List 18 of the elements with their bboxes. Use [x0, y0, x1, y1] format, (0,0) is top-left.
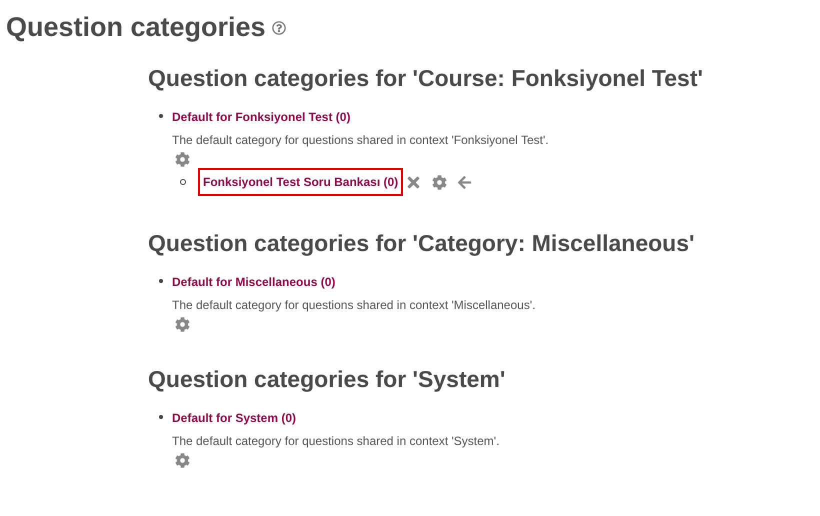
settings-icon[interactable]: [175, 453, 190, 468]
section-heading: Question categories for 'System': [148, 368, 506, 391]
settings-icon[interactable]: [175, 152, 190, 167]
category-link[interactable]: Default for Fonksiyonel Test (0): [172, 108, 549, 126]
settings-icon[interactable]: [175, 317, 190, 332]
category-description: The default category for questions shared in context 'Fonksiyonel Test'.: [172, 132, 549, 149]
settings-icon[interactable]: [432, 174, 448, 190]
category-link[interactable]: Default for System (0): [172, 409, 500, 427]
section-heading: Question categories for 'Category: Miscellaneous': [148, 232, 696, 255]
category-description: The default category for questions shared in context 'System'.: [172, 433, 500, 450]
close-icon[interactable]: [405, 174, 422, 190]
category-link[interactable]: Fonksiyonel Test Soru Bankası (0): [198, 168, 404, 196]
category-description: The default category for questions shared in context 'Miscellaneous'.: [172, 297, 536, 314]
category-link[interactable]: Default for Miscellaneous (0): [172, 273, 536, 291]
arrow-left-icon[interactable]: [457, 174, 472, 190]
section-heading: Question categories for 'Course: Fonksiyonel Test': [148, 67, 704, 90]
help-icon[interactable]: [272, 20, 286, 34]
page-title: Question categories: [6, 14, 266, 41]
